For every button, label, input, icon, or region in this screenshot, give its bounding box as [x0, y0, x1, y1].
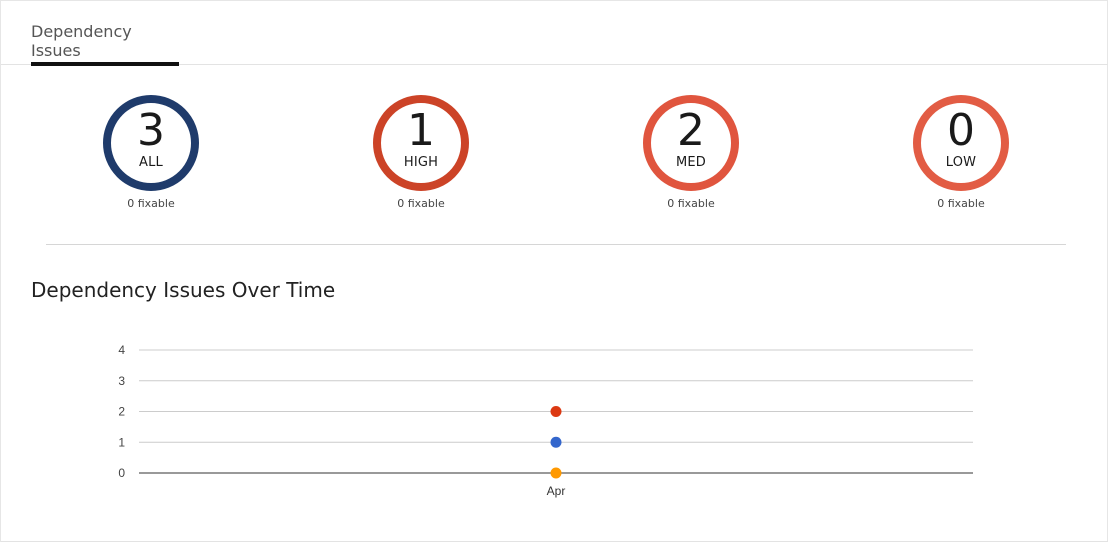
issue-count: 2 [677, 105, 705, 156]
issue-count: 1 [407, 105, 435, 156]
severity-ring-med: 2 MED [643, 95, 739, 191]
severity-card-high: 1 HIGH 0 fixable [351, 95, 491, 215]
issues-over-time-chart: 0 1 2 3 4 Apr [118, 343, 973, 498]
x-tick-label: Apr [547, 484, 566, 498]
section-divider [46, 244, 1066, 245]
dependency-issues-panel: Dependency Issues 3 ALL 0 fixable 1 HIGH… [0, 0, 1108, 542]
tab-label: Dependency Issues [31, 22, 132, 60]
tab-bar: Dependency Issues [1, 1, 1108, 66]
chart-title: Dependency Issues Over Time [31, 278, 336, 302]
fixable-count: 0 fixable [127, 197, 175, 210]
severity-summary: 3 ALL 0 fixable 1 HIGH 0 fixable 2 MED 0… [1, 65, 1108, 245]
y-tick-label: 1 [118, 435, 125, 449]
tab-dependency-issues[interactable]: Dependency Issues [31, 1, 179, 66]
severity-card-all: 3 ALL 0 fixable [81, 95, 221, 215]
severity-label: ALL [139, 155, 163, 170]
y-tick-label: 2 [118, 405, 125, 419]
y-tick-label: 4 [118, 343, 125, 357]
severity-card-low: 0 LOW 0 fixable [891, 95, 1031, 215]
severity-ring-all: 3 ALL [103, 95, 199, 191]
issue-count: 0 [947, 105, 975, 156]
fixable-count: 0 fixable [937, 197, 985, 210]
y-tick-label: 0 [118, 466, 125, 480]
y-tick-label: 3 [118, 374, 125, 388]
severity-ring-high: 1 HIGH [373, 95, 469, 191]
data-point [550, 436, 562, 448]
severity-label: LOW [945, 155, 977, 170]
severity-label: HIGH [403, 155, 439, 170]
fixable-count: 0 fixable [397, 197, 445, 210]
severity-label: MED [675, 155, 707, 170]
severity-card-med: 2 MED 0 fixable [621, 95, 761, 215]
data-point [550, 406, 562, 417]
fixable-count: 0 fixable [667, 197, 715, 210]
severity-ring-low: 0 LOW [913, 95, 1009, 191]
issue-count: 3 [137, 105, 165, 156]
data-point [550, 467, 562, 479]
